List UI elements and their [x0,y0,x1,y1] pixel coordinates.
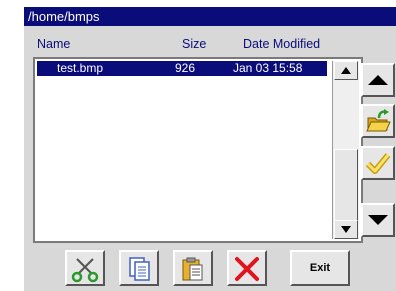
up-arrow-icon [368,75,388,85]
window-title: /home/bmps [24,7,396,26]
paste-button[interactable] [173,250,213,286]
copy-icon [129,257,150,281]
file-size: 926 [175,61,196,75]
paste-icon [182,257,203,281]
checkmark-icon [365,153,391,174]
file-row[interactable]: test.bmp 926 Jan 03 15:58 [37,61,327,76]
down-arrow-icon [368,215,388,225]
exit-button[interactable]: Exit [290,250,350,286]
file-list[interactable]: test.bmp 926 Jan 03 15:58 [33,57,363,243]
move-down-button[interactable] [361,203,395,237]
scroll-up-arrow-icon [341,67,351,74]
delete-button[interactable] [227,250,267,286]
vertical-scrollbar[interactable] [332,61,359,239]
column-name-header[interactable]: Name [37,37,70,51]
scroll-down-button[interactable] [334,220,358,239]
cut-button[interactable] [65,250,105,286]
scroll-up-button[interactable] [334,61,358,80]
select-button[interactable] [361,146,395,180]
file-name: test.bmp [57,61,104,75]
copy-button[interactable] [119,250,159,286]
scroll-down-arrow-icon [341,226,351,233]
column-date-header[interactable]: Date Modified [243,37,320,51]
open-folder-button[interactable] [361,104,395,138]
column-header: Name Size Date Modified [24,37,364,53]
scissors-icon [71,258,99,283]
scroll-thumb[interactable] [334,149,358,221]
column-size-header[interactable]: Size [182,37,206,51]
open-folder-icon [366,109,391,132]
file-browser-dialog: /home/bmps Name Size Date Modified test.… [24,7,396,291]
delete-x-icon [235,257,259,281]
move-up-button[interactable] [361,63,395,97]
file-date: Jan 03 15:58 [233,61,303,75]
